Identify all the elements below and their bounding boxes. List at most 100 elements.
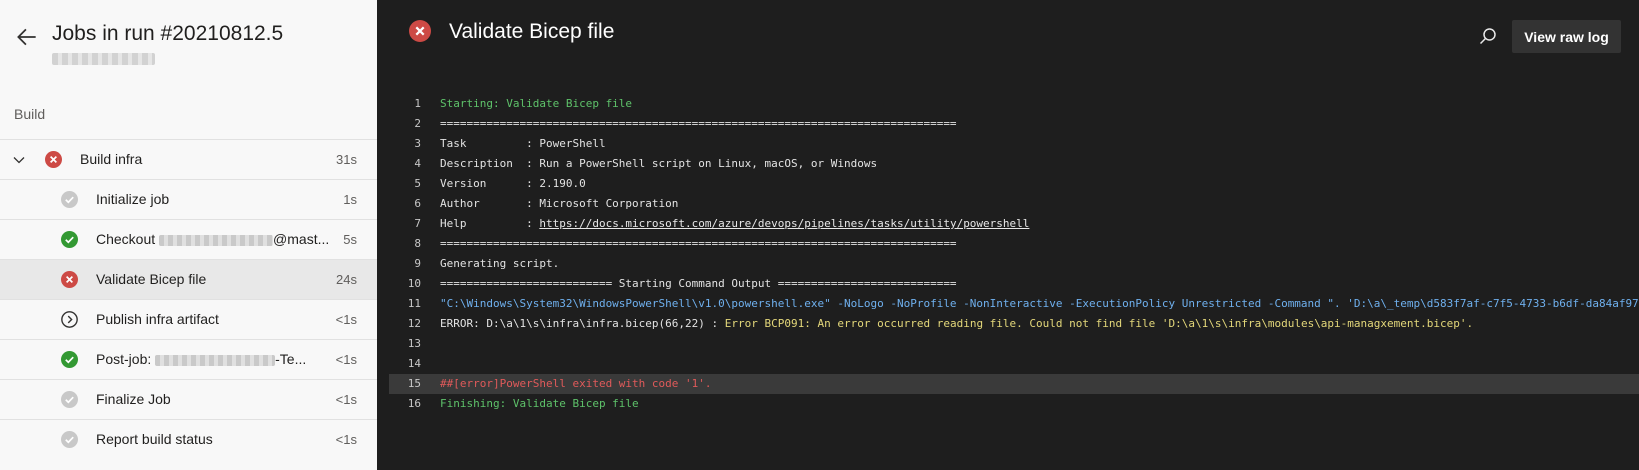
step-duration: <1s <box>335 392 357 407</box>
step-duration: <1s <box>335 432 357 447</box>
failed-status-icon <box>45 151 62 168</box>
log-line: 7 Help : https://docs.microsoft.com/azure… <box>389 214 1639 234</box>
line-number: 7 <box>414 217 421 230</box>
step-duration: 1s <box>343 192 357 207</box>
line-text: ##[error]PowerShell exited with code '1'… <box>440 377 712 390</box>
chevron-down-icon[interactable] <box>12 153 26 167</box>
step-duration: <1s <box>335 352 357 367</box>
step-initialize-job[interactable]: Initialize job 1s <box>0 179 377 219</box>
line-number: 6 <box>414 197 421 210</box>
line-text <box>421 334 440 354</box>
success-status-icon <box>61 231 78 248</box>
line-number: 5 <box>414 177 421 190</box>
log-line: 13 <box>389 334 1639 354</box>
success-status-icon <box>61 431 78 448</box>
search-icon[interactable] <box>1477 26 1499 48</box>
step-label: Finalize Job <box>96 391 171 407</box>
skipped-status-icon <box>61 311 78 328</box>
step-label: Publish infra artifact <box>96 311 219 327</box>
error-message: Error BCP091: An error occurred reading … <box>724 317 1474 330</box>
step-label: Post-job: -Te... <box>96 351 306 367</box>
log-line: 14 <box>389 354 1639 374</box>
step-report-build-status[interactable]: Report build status <1s <box>0 419 377 459</box>
view-raw-log-button[interactable]: View raw log <box>1512 20 1621 53</box>
line-number: 14 <box>407 357 421 370</box>
line-text: Version : 2.190.0 <box>440 177 586 190</box>
sidebar-header: Jobs in run #20210812.5 <box>0 0 377 86</box>
jobs-list: Build infra 31s Initialize job 1s Checko… <box>0 139 377 459</box>
failed-status-icon <box>409 20 431 42</box>
line-text <box>421 354 440 374</box>
log-header: Validate Bicep file View raw log <box>377 0 1639 70</box>
line-number: 3 <box>414 137 421 150</box>
log-line: 1 Starting: Validate Bicep file <box>389 94 1639 114</box>
log-line: 5 Version : 2.190.0 <box>389 174 1639 194</box>
job-build-infra[interactable]: Build infra 31s <box>0 139 377 179</box>
success-status-icon <box>61 351 78 368</box>
line-text: Generating script. <box>440 257 560 270</box>
log-line: 10 ========================== Starting Co… <box>389 274 1639 294</box>
log-line: 16 Finishing: Validate Bicep file <box>389 394 1639 414</box>
log-line: 11 "C:\Windows\System32\WindowsPowerShell… <box>389 294 1639 314</box>
log-line: 9 Generating script. <box>389 254 1639 274</box>
step-publish-infra-artifact[interactable]: Publish infra artifact <1s <box>0 299 377 339</box>
line-number: 8 <box>414 237 421 250</box>
line-text: Description : Run a PowerShell script on… <box>440 157 878 170</box>
success-status-icon <box>61 391 78 408</box>
line-number: 13 <box>407 337 421 350</box>
line-text: ========================== Starting Comm… <box>440 277 957 290</box>
log-line-highlighted: 15 ##[error]PowerShell exited with code '… <box>389 374 1639 394</box>
step-validate-bicep-file[interactable]: Validate Bicep file 24s <box>0 259 377 299</box>
step-label: Report build status <box>96 431 213 447</box>
log-output: 1 Starting: Validate Bicep file 2 ========… <box>389 94 1639 414</box>
line-text: ========================================… <box>440 237 957 250</box>
step-label-suffix: @mast... <box>273 231 330 247</box>
log-title: Validate Bicep file <box>449 20 615 43</box>
line-number: 11 <box>407 297 421 310</box>
log-line: 2 =======================================… <box>389 114 1639 134</box>
back-arrow-icon[interactable] <box>14 24 40 50</box>
redacted-text <box>155 354 276 366</box>
step-checkout[interactable]: Checkout @mast... 5s <box>0 219 377 259</box>
job-duration: 31s <box>336 152 357 167</box>
job-label: Build infra <box>80 151 143 167</box>
success-status-icon <box>61 191 78 208</box>
redacted-text <box>159 234 274 246</box>
step-label: Validate Bicep file <box>96 271 207 287</box>
failed-status-icon <box>61 271 78 288</box>
log-line: 8 =======================================… <box>389 234 1639 254</box>
step-label-prefix: Post-job: <box>96 351 156 367</box>
line-number: 1 <box>414 97 421 110</box>
line-number: 15 <box>407 377 421 390</box>
line-number: 4 <box>414 157 421 170</box>
log-line: 12 ERROR: D:\a\1\s\infra\infra.bicep(66,2… <box>389 314 1639 334</box>
docs-link[interactable]: https://docs.microsoft.com/azure/devops/… <box>539 217 1029 230</box>
log-line: 6 Author : Microsoft Corporation <box>389 194 1639 214</box>
step-label-suffix: -Te... <box>275 351 307 367</box>
run-title: Jobs in run #20210812.5 <box>52 22 284 45</box>
line-text: Author : Microsoft Corporation <box>440 197 679 210</box>
step-label-prefix: Checkout <box>96 231 160 247</box>
line-text: Help : https://docs.microsoft.com/azure/… <box>421 214 1029 234</box>
step-post-job[interactable]: Post-job: -Te... <1s <box>0 339 377 379</box>
line-number: 16 <box>407 397 421 410</box>
step-duration: <1s <box>335 312 357 327</box>
line-text: Starting: Validate Bicep file <box>440 97 633 110</box>
step-label: Initialize job <box>96 191 170 207</box>
step-duration: 24s <box>336 272 357 287</box>
line-text: Finishing: Validate Bicep file <box>440 397 639 410</box>
line-text: ERROR: D:\a\1\s\infra\infra.bicep(66,22)… <box>421 314 1473 334</box>
jobs-sidebar: Jobs in run #20210812.5 Build Build infr… <box>0 0 377 470</box>
line-number: 9 <box>414 257 421 270</box>
step-finalize-job[interactable]: Finalize Job <1s <box>0 379 377 419</box>
log-line: 3 Task : PowerShell <box>389 134 1639 154</box>
line-number: 2 <box>414 117 421 130</box>
pipeline-run-view: Jobs in run #20210812.5 Build Build infr… <box>0 0 1639 470</box>
step-label: Checkout @mast... <box>96 231 329 247</box>
line-text: ========================================… <box>440 117 957 130</box>
line-text: "C:\Windows\System32\WindowsPowerShell\v… <box>440 297 1639 310</box>
line-number: 12 <box>407 317 421 330</box>
log-line: 4 Description : Run a PowerShell script o… <box>389 154 1639 174</box>
line-text-prefix: Help : <box>440 217 540 230</box>
line-text: Task : PowerShell <box>440 137 606 150</box>
